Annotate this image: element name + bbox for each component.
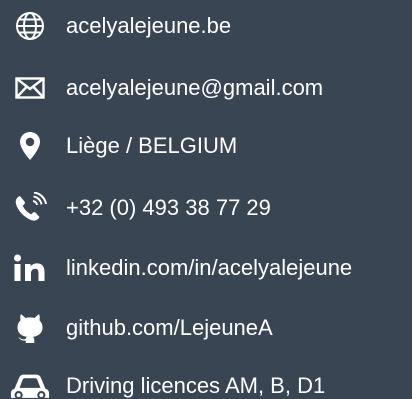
driving-licences-text: Driving licences AM, B, D1 [66, 373, 326, 398]
website-link[interactable]: acelyalejeune.be [66, 13, 231, 39]
location-text: Liège / BELGIUM [66, 133, 238, 158]
email-link[interactable]: acelyalejeune@gmail.com [66, 75, 323, 101]
contact-website[interactable]: acelyalejeune.be [0, 6, 412, 46]
contact-location: Liège / BELGIUM [0, 126, 412, 166]
phone-icon [10, 188, 50, 228]
contact-phone[interactable]: +32 (0) 493 38 77 29 [0, 188, 412, 228]
github-icon [10, 308, 50, 348]
contact-linkedin[interactable]: linkedin.com/in/acelyalejeune [0, 248, 412, 288]
contact-driving-licences: Driving licences AM, B, D1 [0, 366, 412, 399]
contact-github[interactable]: github.com/LejeuneA [0, 308, 412, 348]
car-icon [10, 366, 50, 399]
linkedin-icon [10, 248, 50, 288]
github-link[interactable]: github.com/LejeuneA [66, 315, 273, 341]
globe-icon [10, 6, 50, 46]
contact-email[interactable]: acelyalejeune@gmail.com [0, 68, 412, 108]
map-pin-icon [10, 126, 50, 166]
envelope-icon [10, 68, 50, 108]
phone-link[interactable]: +32 (0) 493 38 77 29 [66, 195, 271, 221]
linkedin-link[interactable]: linkedin.com/in/acelyalejeune [66, 255, 352, 281]
